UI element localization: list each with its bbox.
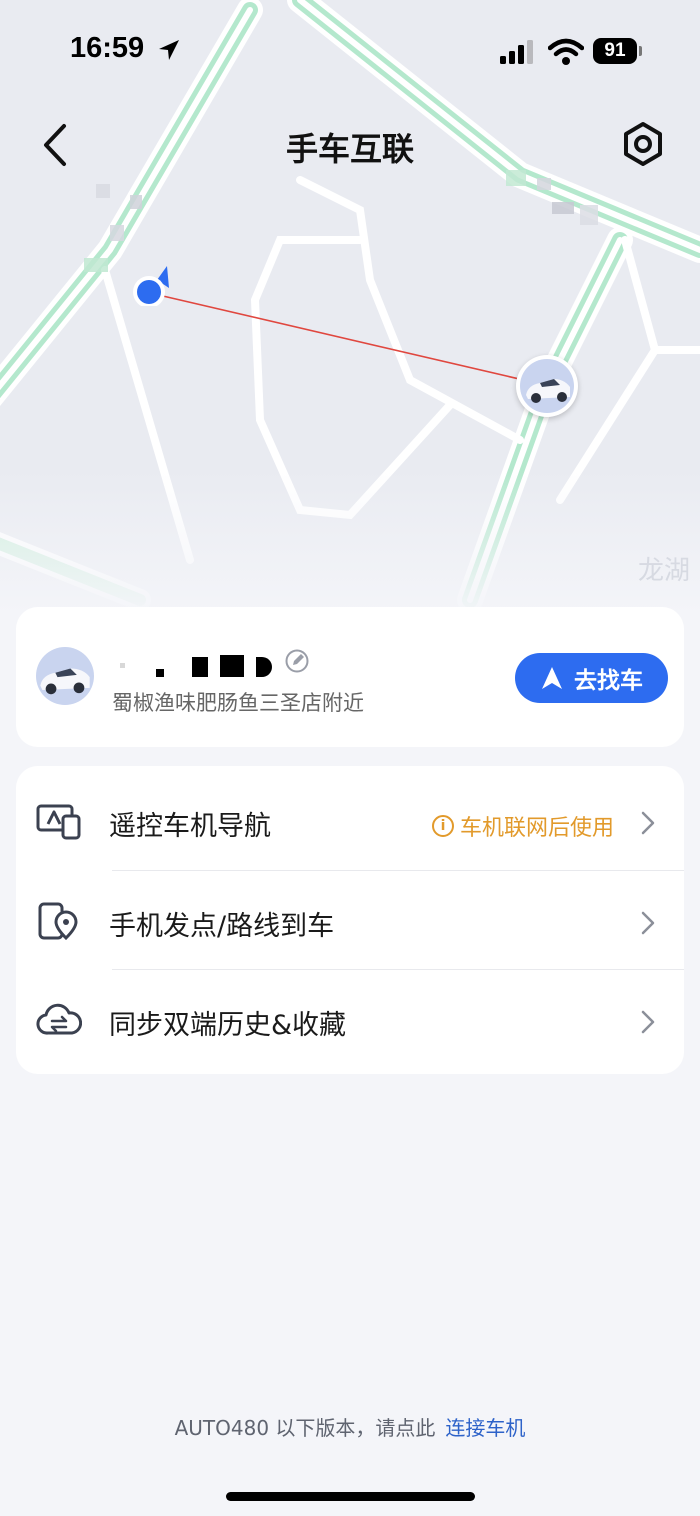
- phone-location-icon: [38, 902, 78, 940]
- network-required-note: i 车机联网后使用: [432, 810, 614, 842]
- info-icon: i: [432, 815, 454, 837]
- hexagon-gear-icon: [624, 122, 662, 166]
- battery-indicator: 91: [593, 38, 637, 64]
- location-arrow-icon: [159, 40, 179, 60]
- car-location-marker[interactable]: [516, 355, 578, 417]
- car-icon: [526, 379, 570, 403]
- car-info-card: 蜀椒渔味肥肠鱼三圣店附近 去找车: [16, 607, 684, 747]
- battery-tip: [639, 46, 642, 56]
- connect-car-link[interactable]: 连接车机: [445, 1416, 525, 1440]
- navigation-arrow-icon: [542, 667, 562, 689]
- cellular-signal-icon: [500, 40, 533, 64]
- car-icon: [40, 668, 90, 695]
- edit-icon[interactable]: [284, 648, 310, 674]
- home-indicator[interactable]: [226, 1492, 475, 1501]
- footer-text: AUTO480 以下版本，请点此: [174, 1416, 436, 1440]
- remote-screen-icon: [36, 804, 81, 840]
- car-name-redacted: [116, 643, 286, 679]
- menu-item-label: 遥控车机导航: [109, 811, 271, 842]
- car-location-text: 蜀椒渔味肥肠鱼三圣店附近: [112, 691, 364, 715]
- network-note-text: 车机联网后使用: [460, 816, 615, 841]
- menu-item-remote-nav[interactable]: 遥控车机导航 i 车机联网后使用: [16, 770, 684, 870]
- battery-level: 91: [604, 40, 626, 61]
- chevron-right-icon: [641, 811, 655, 835]
- feature-menu: 遥控车机导航 i 车机联网后使用 手机发点/路线到车 同步双端历史&收藏: [16, 766, 684, 1074]
- settings-button[interactable]: [620, 121, 666, 167]
- page-title: 手车互联: [285, 130, 414, 168]
- footer-note: AUTO480 以下版本，请点此 连接车机: [0, 1412, 700, 1441]
- menu-item-label: 手机发点/路线到车: [109, 911, 335, 942]
- chevron-right-icon: [641, 911, 655, 935]
- car-avatar: [36, 647, 94, 705]
- chevron-right-icon: [641, 1010, 655, 1034]
- find-car-button[interactable]: 去找车: [515, 653, 668, 703]
- menu-item-sync-history[interactable]: 同步双端历史&收藏: [16, 969, 684, 1069]
- menu-item-send-to-car[interactable]: 手机发点/路线到车: [16, 870, 684, 970]
- status-time: 16:59: [70, 32, 145, 64]
- wifi-icon: [548, 38, 584, 65]
- user-location-marker: [131, 266, 169, 310]
- menu-item-label: 同步双端历史&收藏: [109, 1010, 347, 1041]
- find-car-label: 去找车: [574, 668, 643, 694]
- status-bar: 16:59 91: [0, 0, 700, 100]
- cloud-sync-icon: [36, 1003, 82, 1035]
- map-place-label: 龙湖: [638, 556, 691, 586]
